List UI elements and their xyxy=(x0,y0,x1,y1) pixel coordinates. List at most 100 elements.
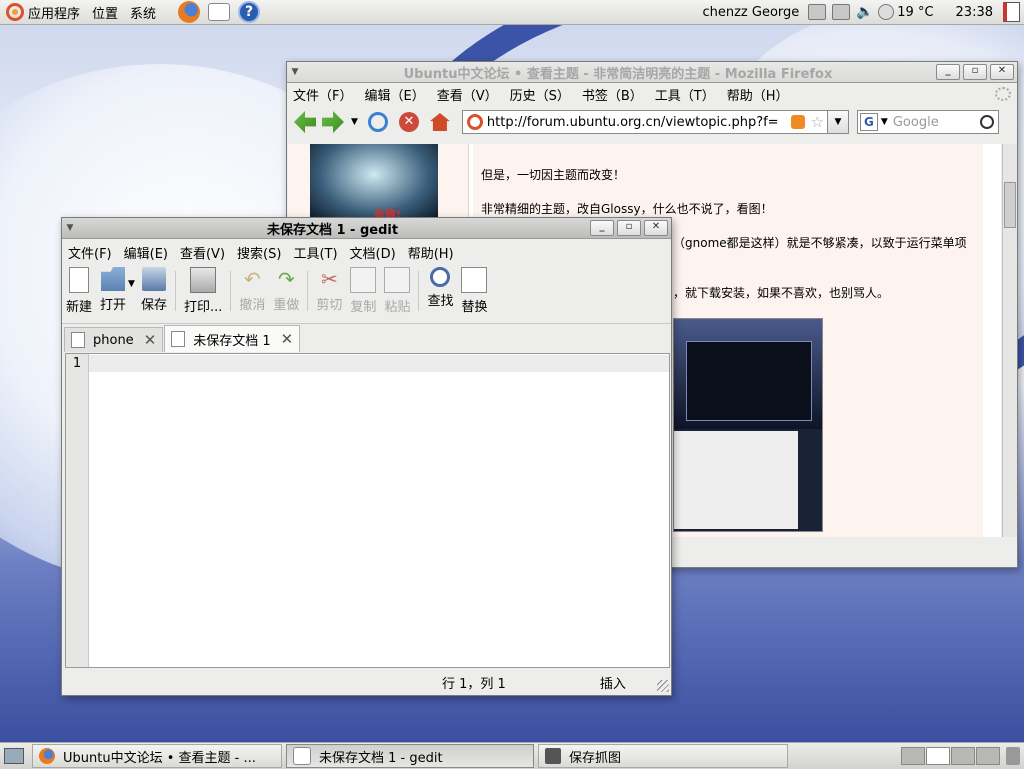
close-tab-icon[interactable]: ✕ xyxy=(144,331,157,349)
menu-file[interactable]: 文件(F) xyxy=(62,243,118,262)
menu-documents[interactable]: 文档(D) xyxy=(344,243,402,262)
replace-button[interactable]: 替换 xyxy=(461,267,487,315)
redo-button[interactable]: ↷ 重做 xyxy=(273,267,299,313)
history-dropdown-icon[interactable]: ▼ xyxy=(351,117,358,127)
applications-menu[interactable]: 应用程序 xyxy=(0,0,86,24)
new-button[interactable]: 新建 xyxy=(66,267,92,315)
line-number-gutter: 1 xyxy=(66,354,89,667)
taskbar-item-screenshot[interactable]: 保存抓图 xyxy=(538,744,788,768)
minimize-button[interactable]: _ xyxy=(936,64,960,80)
firefox-icon xyxy=(39,748,55,764)
firefox-launcher-icon[interactable] xyxy=(178,1,201,23)
trash-icon[interactable] xyxy=(1006,747,1020,765)
home-icon[interactable] xyxy=(429,113,450,131)
current-line-highlight[interactable] xyxy=(89,355,669,372)
menu-edit[interactable]: 编辑（E） xyxy=(358,85,430,104)
workspace-4[interactable] xyxy=(976,747,1000,765)
paste-button[interactable]: 粘贴 xyxy=(384,267,410,315)
rss-feed-icon[interactable] xyxy=(791,115,806,129)
mail-launcher-icon[interactable] xyxy=(208,3,231,21)
scrollbar-thumb[interactable] xyxy=(1004,182,1016,228)
show-desktop-icon[interactable] xyxy=(4,748,24,764)
document-tabs: phone ✕ 未保存文档 1 ✕ xyxy=(62,324,671,352)
ubuntu-logo-icon xyxy=(6,3,24,21)
maximize-button[interactable]: ▫ xyxy=(617,220,641,236)
taskbar-item-gedit[interactable]: 未保存文档 1 - gedit xyxy=(286,744,534,768)
clock[interactable]: 23:38 xyxy=(950,0,999,24)
insert-mode[interactable]: 插入 xyxy=(600,673,626,692)
help-launcher-icon[interactable]: ? xyxy=(238,1,261,23)
window-menu-icon[interactable]: ▼ xyxy=(287,67,303,77)
taskbar-item-firefox[interactable]: Ubuntu中文论坛 • 查看主题 - ... xyxy=(32,744,282,768)
line-number: 1 xyxy=(72,356,82,371)
menu-search[interactable]: 搜索(S) xyxy=(231,243,287,262)
logout-icon[interactable] xyxy=(1003,2,1020,22)
temperature[interactable]: 19 °C xyxy=(897,0,939,24)
url-text[interactable]: http://forum.ubuntu.org.cn/viewtopic.php… xyxy=(487,115,790,130)
url-dropdown-icon[interactable]: ▼ xyxy=(827,110,849,134)
system-menu[interactable]: 系统 xyxy=(124,0,162,24)
bookmark-star-icon[interactable]: ☆ xyxy=(810,113,823,131)
forward-arrow-icon[interactable] xyxy=(322,111,344,133)
user-switcher[interactable]: chenzz George xyxy=(696,0,805,24)
post-screenshot-image[interactable] xyxy=(673,318,823,532)
open-recent-dropdown-icon[interactable]: ▼ xyxy=(128,279,135,289)
minimize-button[interactable]: _ xyxy=(590,220,614,236)
status-bar: 行 1，列 1 插入 xyxy=(62,670,671,694)
menu-tools[interactable]: 工具(T) xyxy=(287,243,343,262)
menu-help[interactable]: 帮助（H） xyxy=(721,85,795,104)
maximize-button[interactable]: ▫ xyxy=(963,64,987,80)
workspace-2[interactable] xyxy=(926,747,950,765)
workspace-3[interactable] xyxy=(951,747,975,765)
stop-icon[interactable]: ✕ xyxy=(398,112,419,132)
menu-view[interactable]: 查看(V) xyxy=(174,243,231,262)
copy-button[interactable]: 复制 xyxy=(350,267,376,315)
search-box[interactable]: G ▼ Google xyxy=(856,110,999,134)
menu-tools[interactable]: 工具（T） xyxy=(649,85,721,104)
search-engine-dropdown-icon[interactable]: ▼ xyxy=(881,117,888,127)
undo-button[interactable]: ↶ 撤消 xyxy=(239,267,265,313)
vertical-scrollbar[interactable] xyxy=(1002,144,1017,537)
find-button[interactable]: 查找 xyxy=(427,267,453,309)
reload-icon[interactable] xyxy=(367,112,388,132)
post-line: 但是，一切因主题而改变！ xyxy=(481,168,626,182)
keyboard-icon[interactable] xyxy=(808,4,827,20)
firefox-titlebar[interactable]: ▼ Ubuntu中文论坛 • 查看主题 - 非常简洁明亮的主题 - Mozill… xyxy=(287,62,1017,83)
menu-edit[interactable]: 编辑(E) xyxy=(118,243,174,262)
menu-bookmarks[interactable]: 书签（B） xyxy=(576,85,649,104)
redo-icon: ↷ xyxy=(278,267,295,291)
resize-grip[interactable] xyxy=(657,680,669,692)
weather-icon[interactable] xyxy=(878,4,895,20)
menu-history[interactable]: 历史（S） xyxy=(504,85,576,104)
cut-button[interactable]: ✂ 剪切 xyxy=(316,267,342,313)
menu-view[interactable]: 查看（V） xyxy=(431,85,504,104)
text-editor[interactable]: 1 xyxy=(65,353,670,668)
close-tab-icon[interactable]: ✕ xyxy=(281,330,294,348)
throbber-icon xyxy=(995,87,1011,101)
menu-help[interactable]: 帮助(H) xyxy=(402,243,460,262)
gedit-titlebar[interactable]: ▼ 未保存文档 1 - gedit _ ▫ ✕ xyxy=(62,218,671,239)
scissors-icon: ✂ xyxy=(321,267,338,291)
open-button[interactable]: 打开 xyxy=(100,267,126,313)
gedit-toolbar: 新建 打开 ▼ 保存 打印... ↶ 撤消 ↷ 重做 ✂ 剪切 复制 粘贴 查找 替换 xyxy=(62,263,671,324)
search-icon[interactable] xyxy=(979,115,994,129)
back-arrow-icon[interactable] xyxy=(294,111,316,133)
print-button[interactable]: 打印... xyxy=(184,267,222,315)
save-button[interactable]: 保存 xyxy=(141,267,167,313)
bottom-panel: Ubuntu中文论坛 • 查看主题 - ... 未保存文档 1 - gedit … xyxy=(0,742,1024,769)
search-engine-icon[interactable]: G xyxy=(859,113,878,131)
search-input[interactable]: Google xyxy=(893,115,980,130)
tab-phone[interactable]: phone ✕ xyxy=(64,327,164,352)
places-menu[interactable]: 位置 xyxy=(86,0,124,24)
firefox-menubar: 文件（F） 编辑（E） 查看（V） 历史（S） 书签（B） 工具（T） 帮助（H… xyxy=(287,83,1017,105)
volume-icon[interactable]: 🔈 xyxy=(856,5,873,19)
tab-unsaved-document[interactable]: 未保存文档 1 ✕ xyxy=(164,325,301,352)
window-menu-icon[interactable]: ▼ xyxy=(62,223,78,233)
window-title: Ubuntu中文论坛 • 查看主题 - 非常简洁明亮的主题 - Mozilla … xyxy=(403,66,833,82)
close-button[interactable]: ✕ xyxy=(990,64,1014,80)
network-icon[interactable] xyxy=(832,4,851,20)
url-bar[interactable]: http://forum.ubuntu.org.cn/viewtopic.php… xyxy=(461,110,828,134)
menu-file[interactable]: 文件（F） xyxy=(287,85,358,104)
close-button[interactable]: ✕ xyxy=(644,220,668,236)
workspace-1[interactable] xyxy=(901,747,925,765)
